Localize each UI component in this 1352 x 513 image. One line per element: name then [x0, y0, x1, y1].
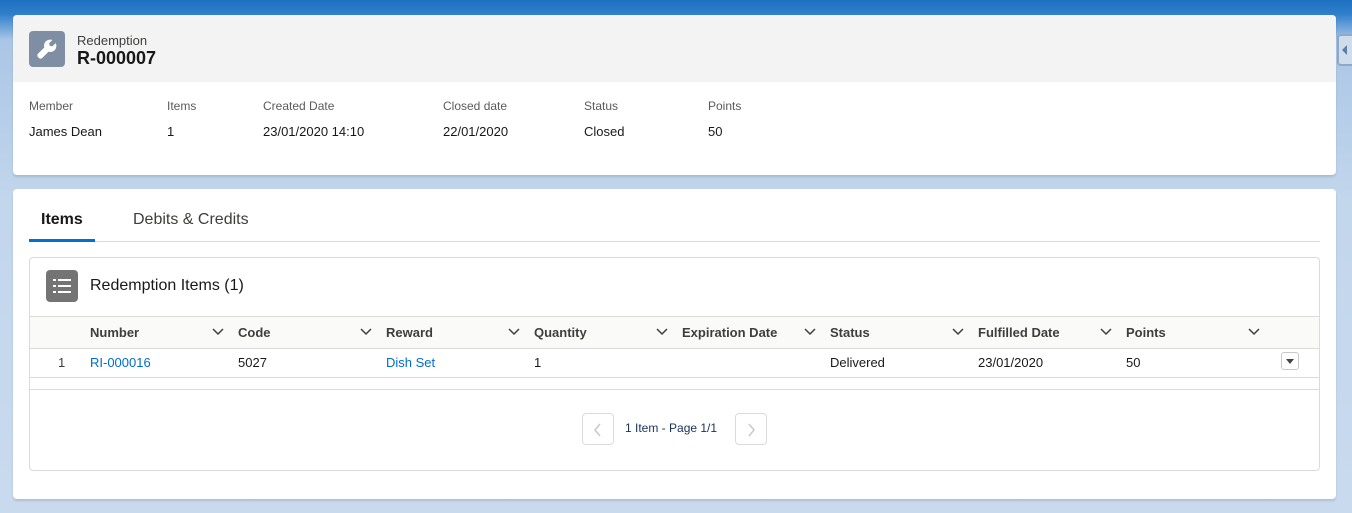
- chevron-down-icon[interactable]: [804, 328, 816, 336]
- cell-reward-link[interactable]: Dish Set: [386, 348, 435, 377]
- previous-page-button[interactable]: [582, 413, 614, 445]
- highlights-panel: Member James Dean Items 1 Created Date 2…: [13, 82, 1336, 175]
- cell-quantity: 1: [534, 355, 542, 370]
- field-label: Created Date: [263, 99, 335, 113]
- column-header-points[interactable]: Points: [1126, 317, 1166, 348]
- field-member: Member James Dean: [29, 99, 102, 139]
- chevron-down-icon[interactable]: [508, 328, 520, 336]
- record-title: R-000007: [77, 48, 157, 68]
- chevron-right-icon: [748, 423, 755, 437]
- tab-debits-credits[interactable]: Debits & Credits: [133, 201, 249, 240]
- column-header-fulfilled-date[interactable]: Fulfilled Date: [978, 317, 1060, 348]
- column-header-expiration-date[interactable]: Expiration Date: [682, 317, 777, 348]
- cell-code: 5027: [238, 355, 267, 370]
- cell-number-link[interactable]: RI-000016: [90, 348, 151, 377]
- field-label: Closed date: [443, 99, 508, 113]
- cell-points: 50: [1126, 355, 1141, 370]
- row-action-dropdown-icon[interactable]: [1281, 352, 1299, 370]
- field-label: Status: [584, 99, 619, 113]
- cell-status: Delivered: [830, 355, 885, 370]
- chevron-down-icon[interactable]: [656, 328, 668, 336]
- column-header-code[interactable]: Code: [238, 317, 271, 348]
- field-status: Status Closed: [584, 99, 624, 139]
- chevron-down-icon[interactable]: [212, 328, 224, 336]
- row-number: 1: [58, 355, 66, 370]
- related-list-redemption-items: Redemption Items (1) Number Code Reward …: [29, 257, 1320, 471]
- column-header-number[interactable]: Number: [90, 317, 139, 348]
- field-value: Closed: [584, 124, 625, 139]
- field-value: 23/01/2020 14:10: [263, 124, 365, 139]
- field-value: 22/01/2020: [443, 124, 509, 139]
- column-header-quantity[interactable]: Quantity: [534, 317, 587, 348]
- side-panel-toggle[interactable]: [1337, 34, 1352, 66]
- column-header-reward[interactable]: Reward: [386, 317, 433, 348]
- tab-bar: Items Debits & Credits: [29, 201, 1320, 242]
- field-label: Points: [708, 99, 742, 113]
- field-closed-date: Closed date 22/01/2020: [443, 99, 508, 139]
- divider: [30, 389, 1319, 390]
- chevron-down-icon[interactable]: [952, 328, 964, 336]
- field-value: 50: [708, 124, 723, 139]
- pagination-status: 1 Item - Page 1/1: [625, 421, 718, 435]
- cell-fulfilled-date: 23/01/2020: [978, 355, 1044, 370]
- tab-items[interactable]: Items: [29, 201, 95, 242]
- column-header-status[interactable]: Status: [830, 317, 870, 348]
- field-label: Items: [167, 99, 197, 113]
- field-items: Items 1: [167, 99, 196, 139]
- table-header: Number Code Reward Quantity Expiration D…: [30, 316, 1319, 349]
- field-created-date: Created Date 23/01/2020 14:10: [263, 99, 364, 139]
- record-header-card: Redemption R-000007 Member James Dean It…: [13, 15, 1336, 175]
- field-label: Member: [29, 99, 74, 113]
- field-value: James Dean: [29, 124, 102, 139]
- chevron-down-icon[interactable]: [360, 328, 372, 336]
- record-header: Redemption R-000007: [13, 15, 1336, 82]
- chevron-down-icon[interactable]: [1100, 328, 1112, 336]
- wrench-icon: [29, 31, 65, 67]
- table-row: 1 RI-000016 5027 Dish Set 1 Delivered 23…: [30, 348, 1319, 378]
- list-icon: [46, 270, 78, 302]
- chevron-down-icon[interactable]: [1248, 328, 1260, 336]
- tabs-card: Items Debits & Credits Redemption Items …: [13, 189, 1336, 499]
- object-type-label: Redemption: [77, 33, 148, 48]
- chevron-left-icon: [594, 423, 601, 437]
- related-list-title: Redemption Items (1): [90, 277, 244, 294]
- field-value: 1: [167, 124, 175, 139]
- next-page-button[interactable]: [735, 413, 767, 445]
- field-points: Points 50: [708, 99, 741, 139]
